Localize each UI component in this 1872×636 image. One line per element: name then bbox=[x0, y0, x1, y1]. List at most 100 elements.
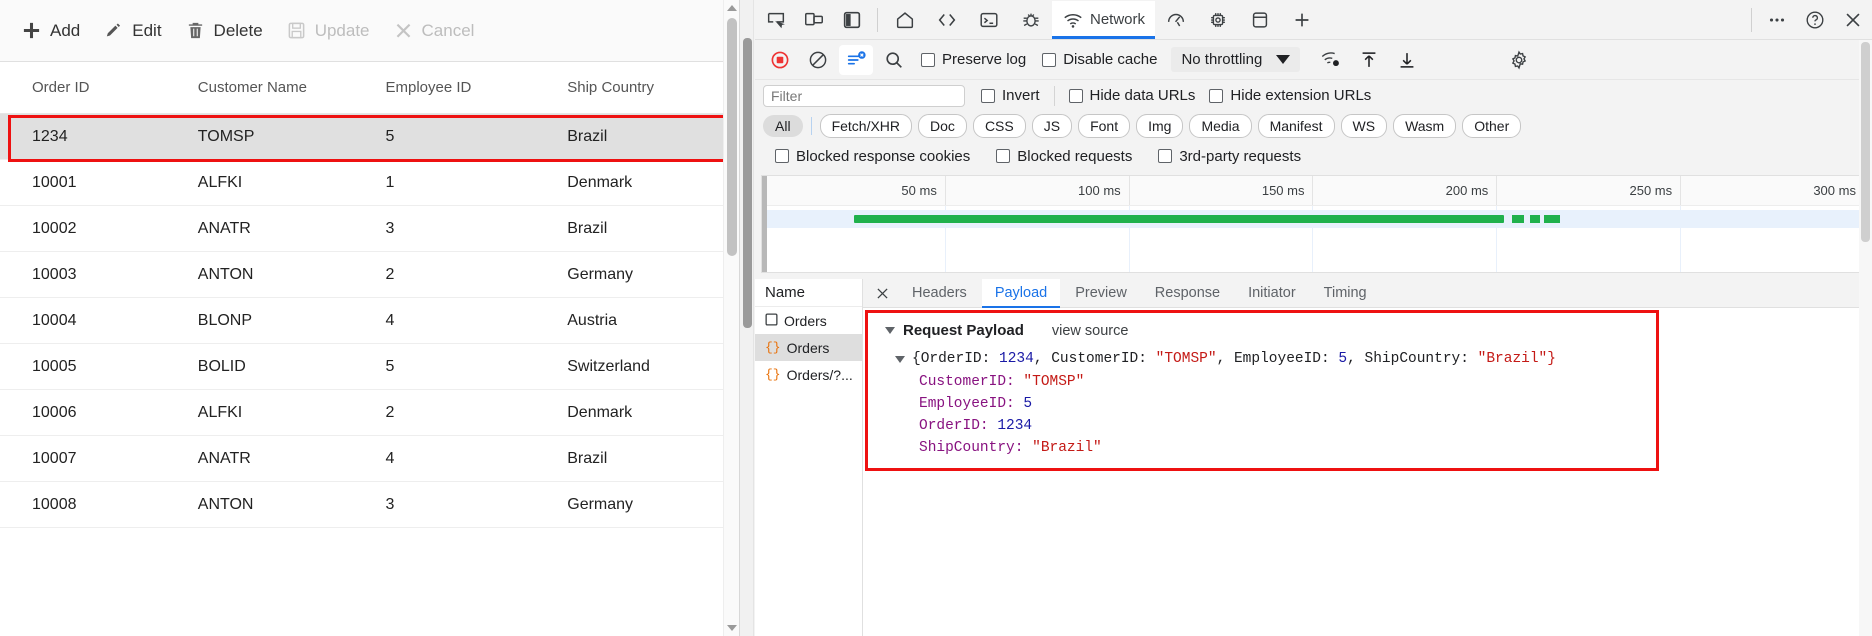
payload-colon: : bbox=[1006, 374, 1023, 390]
type-filter-manifest[interactable]: Manifest bbox=[1258, 114, 1335, 138]
tab-timing[interactable]: Timing bbox=[1311, 279, 1380, 308]
column-header-customer[interactable]: Customer Name bbox=[190, 79, 378, 96]
throttling-dropdown[interactable]: No throttling bbox=[1171, 47, 1300, 72]
disable-cache-checkbox[interactable]: Disable cache bbox=[1036, 51, 1163, 68]
type-filter-all[interactable]: All bbox=[763, 115, 803, 137]
blocked-response-cookies-checkbox[interactable]: Blocked response cookies bbox=[769, 148, 976, 165]
type-filter-ws[interactable]: WS bbox=[1341, 114, 1388, 138]
import-har-icon[interactable] bbox=[1352, 45, 1386, 75]
type-filter-font[interactable]: Font bbox=[1078, 114, 1130, 138]
table-row[interactable]: 10008 ANTON 3 Germany bbox=[0, 482, 739, 528]
network-conditions-icon[interactable] bbox=[1314, 45, 1348, 75]
delete-button[interactable]: Delete bbox=[180, 15, 277, 47]
devtools-right-scrollbar[interactable] bbox=[1859, 40, 1872, 636]
list-item[interactable]: {} Orders/?... bbox=[755, 361, 862, 388]
column-header-employee-id[interactable]: Employee ID bbox=[378, 79, 560, 96]
table-row[interactable]: 10004 BLONP 4 Austria bbox=[0, 298, 739, 344]
hide-extension-urls-checkbox[interactable]: Hide extension URLs bbox=[1203, 87, 1377, 104]
add-button[interactable]: Add bbox=[16, 15, 94, 47]
invert-checkbox[interactable]: Invert bbox=[975, 87, 1046, 104]
tab-console[interactable] bbox=[968, 1, 1010, 39]
devtools-left-scrollbar[interactable] bbox=[740, 0, 754, 636]
tab-application[interactable] bbox=[1239, 1, 1281, 39]
tab-memory[interactable] bbox=[1197, 1, 1239, 39]
search-icon[interactable] bbox=[877, 45, 911, 75]
request-list-header[interactable]: Name bbox=[755, 279, 862, 307]
hide-data-urls-checkbox[interactable]: Hide data URLs bbox=[1063, 87, 1202, 104]
cell-customer: BLONP bbox=[190, 312, 378, 330]
table-row[interactable]: 10005 BOLID 5 Switzerland bbox=[0, 344, 739, 390]
edit-button[interactable]: Edit bbox=[98, 15, 175, 47]
scrollbar-thumb[interactable] bbox=[743, 38, 752, 328]
type-filter-css[interactable]: CSS bbox=[973, 114, 1026, 138]
record-stop-icon[interactable] bbox=[763, 45, 797, 75]
tab-home[interactable] bbox=[884, 1, 926, 39]
list-item[interactable]: {} Orders bbox=[755, 334, 862, 361]
table-row[interactable]: 10002 ANATR 3 Brazil bbox=[0, 206, 739, 252]
type-filter-img[interactable]: Img bbox=[1136, 114, 1183, 138]
tab-response[interactable]: Response bbox=[1142, 279, 1233, 308]
timeline-left-handle[interactable] bbox=[762, 176, 767, 272]
table-row[interactable]: 1234 TOMSP 5 Brazil bbox=[0, 114, 739, 160]
request-payload-title[interactable]: Request Payload bbox=[885, 322, 1024, 339]
update-button[interactable]: Update bbox=[281, 15, 384, 47]
scroll-down-icon[interactable] bbox=[727, 625, 737, 631]
help-question-icon[interactable] bbox=[1796, 1, 1834, 39]
filter-icon[interactable] bbox=[839, 45, 873, 75]
settings-gear-icon[interactable] bbox=[1502, 45, 1536, 75]
scrollbar-thumb[interactable] bbox=[727, 18, 737, 256]
app-scrollbar[interactable] bbox=[723, 0, 739, 636]
inspect-element-icon[interactable] bbox=[757, 1, 795, 39]
type-filter-other[interactable]: Other bbox=[1462, 114, 1521, 138]
blocked-requests-checkbox[interactable]: Blocked requests bbox=[990, 148, 1138, 165]
close-devtools-icon[interactable] bbox=[1834, 1, 1872, 39]
table-row[interactable]: 10006 ALFKI 2 Denmark bbox=[0, 390, 739, 436]
checkbox-icon bbox=[1042, 53, 1056, 67]
tab-sources[interactable] bbox=[1010, 1, 1052, 39]
add-tab-plus-icon[interactable] bbox=[1281, 1, 1323, 39]
tab-headers[interactable]: Headers bbox=[899, 279, 980, 308]
type-filter-fetch-xhr[interactable]: Fetch/XHR bbox=[820, 114, 912, 138]
tab-performance[interactable] bbox=[1155, 1, 1197, 39]
column-header-order-id[interactable]: Order ID bbox=[0, 79, 190, 96]
plus-icon bbox=[22, 21, 41, 40]
preserve-log-label: Preserve log bbox=[942, 51, 1026, 68]
tab-payload[interactable]: Payload bbox=[982, 279, 1060, 308]
tab-network[interactable]: Network bbox=[1052, 1, 1155, 39]
more-options-icon[interactable] bbox=[1758, 1, 1796, 39]
payload-summary-row[interactable]: {OrderID: 1234, CustomerID: "TOMSP", Emp… bbox=[895, 351, 1872, 367]
list-item[interactable]: Orders bbox=[755, 307, 862, 334]
add-button-label: Add bbox=[50, 21, 80, 41]
cell-order-id: 10006 bbox=[0, 404, 190, 422]
tab-network-label: Network bbox=[1090, 11, 1145, 28]
scroll-up-icon[interactable] bbox=[727, 5, 737, 11]
table-row[interactable]: 10001 ALFKI 1 Denmark bbox=[0, 160, 739, 206]
preserve-log-checkbox[interactable]: Preserve log bbox=[915, 51, 1032, 68]
export-har-icon[interactable] bbox=[1390, 45, 1424, 75]
edit-button-label: Edit bbox=[132, 21, 161, 41]
column-header-ship-country[interactable]: Ship Country bbox=[559, 79, 739, 96]
type-filter-media[interactable]: Media bbox=[1189, 114, 1251, 138]
payload-field-row: OrderID: 1234 bbox=[919, 418, 1872, 434]
device-toolbar-icon[interactable] bbox=[795, 1, 833, 39]
close-detail-icon[interactable] bbox=[867, 279, 897, 308]
tab-elements[interactable] bbox=[926, 1, 968, 39]
tab-preview[interactable]: Preview bbox=[1062, 279, 1140, 308]
dock-side-icon[interactable] bbox=[833, 1, 871, 39]
filter-input[interactable] bbox=[763, 85, 965, 107]
cancel-button[interactable]: Cancel bbox=[388, 15, 489, 47]
type-filter-doc[interactable]: Doc bbox=[918, 114, 967, 138]
table-row[interactable]: 10007 ANATR 4 Brazil bbox=[0, 436, 739, 482]
scrollbar-thumb[interactable] bbox=[1861, 42, 1870, 242]
type-filter-js[interactable]: JS bbox=[1032, 114, 1072, 138]
third-party-requests-checkbox[interactable]: 3rd-party requests bbox=[1152, 148, 1307, 165]
network-overview-timeline[interactable]: 50 ms 100 ms 150 ms 200 ms 250 ms 300 ms bbox=[761, 175, 1866, 273]
table-row[interactable]: 10003 ANTON 2 Germany bbox=[0, 252, 739, 298]
hide-data-urls-label: Hide data URLs bbox=[1090, 87, 1196, 104]
type-filter-wasm[interactable]: Wasm bbox=[1393, 114, 1456, 138]
cell-employee-id: 3 bbox=[378, 220, 560, 238]
checkbox-icon bbox=[1209, 89, 1223, 103]
view-source-link[interactable]: view source bbox=[1052, 323, 1129, 339]
tab-initiator[interactable]: Initiator bbox=[1235, 279, 1309, 308]
clear-icon[interactable] bbox=[801, 45, 835, 75]
